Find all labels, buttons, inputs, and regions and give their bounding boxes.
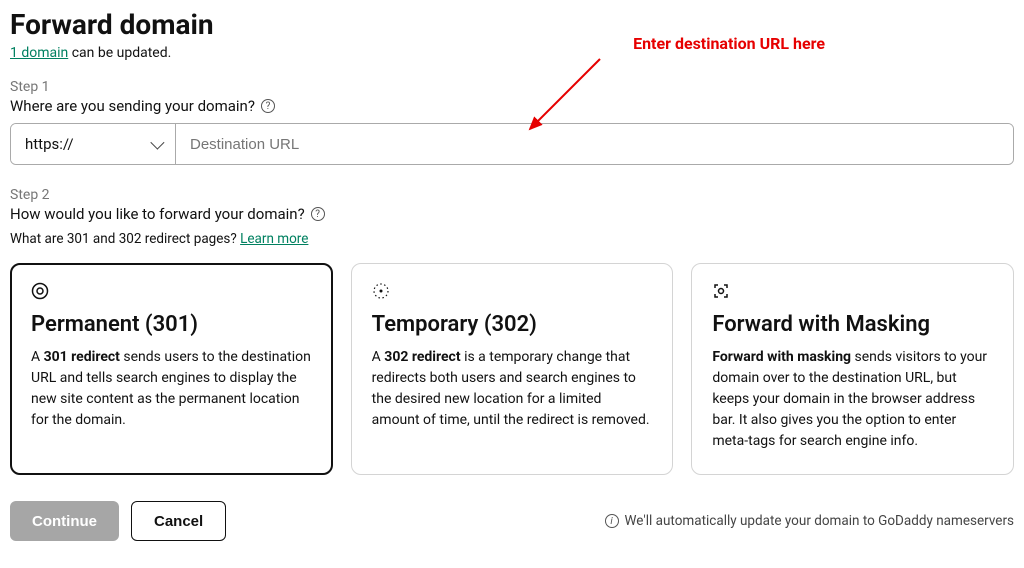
- step2-question: How would you like to forward your domai…: [10, 205, 1014, 223]
- protocol-value: https://: [25, 135, 74, 153]
- step1-label: Step 1: [10, 79, 1014, 95]
- footer-row: Continue Cancel i We'll automatically up…: [10, 501, 1014, 541]
- step1-question: Where are you sending your domain? ?: [10, 97, 1014, 115]
- card-forward-masking[interactable]: Forward with Masking Forward with maskin…: [691, 263, 1014, 475]
- card-title: Forward with Masking: [712, 312, 993, 337]
- card-title: Permanent (301): [31, 312, 312, 337]
- footer-note: i We'll automatically update your domain…: [605, 513, 1014, 529]
- destination-url-row: https://: [10, 123, 1014, 165]
- dotted-target-icon: [372, 282, 653, 302]
- redirect-note: What are 301 and 302 redirect pages? Lea…: [10, 231, 1014, 247]
- card-description: A 302 redirect is a temporary change tha…: [372, 347, 653, 431]
- footer-note-text: We'll automatically update your domain t…: [625, 513, 1014, 529]
- protocol-select[interactable]: https://: [11, 124, 176, 164]
- redirect-note-text: What are 301 and 302 redirect pages?: [10, 231, 240, 247]
- step2-question-text: How would you like to forward your domai…: [10, 205, 305, 223]
- subtitle: 1 domain can be updated.: [10, 45, 1014, 61]
- card-permanent-301[interactable]: Permanent (301) A 301 redirect sends use…: [10, 263, 333, 475]
- card-description: Forward with masking sends visitors to y…: [712, 347, 993, 452]
- continue-button[interactable]: Continue: [10, 501, 119, 541]
- info-icon: i: [605, 514, 619, 528]
- help-icon[interactable]: ?: [311, 207, 325, 221]
- destination-url-input[interactable]: [176, 124, 1013, 164]
- subtitle-rest: can be updated.: [68, 45, 171, 61]
- action-buttons: Continue Cancel: [10, 501, 226, 541]
- step2-label: Step 2: [10, 187, 1014, 203]
- card-temporary-302[interactable]: Temporary (302) A 302 redirect is a temp…: [351, 263, 674, 475]
- step1-question-text: Where are you sending your domain?: [10, 97, 255, 115]
- card-title: Temporary (302): [372, 312, 653, 337]
- chevron-down-icon: [150, 136, 164, 150]
- focus-icon: [712, 282, 993, 302]
- forward-type-cards: Permanent (301) A 301 redirect sends use…: [10, 263, 1014, 475]
- help-icon[interactable]: ?: [261, 99, 275, 113]
- target-icon: [31, 282, 312, 302]
- learn-more-link[interactable]: Learn more: [240, 231, 308, 247]
- page-title: Forward domain: [10, 8, 1014, 41]
- cancel-button[interactable]: Cancel: [131, 501, 226, 541]
- domain-count-link[interactable]: 1 domain: [10, 45, 68, 61]
- card-description: A 301 redirect sends users to the destin…: [31, 347, 312, 431]
